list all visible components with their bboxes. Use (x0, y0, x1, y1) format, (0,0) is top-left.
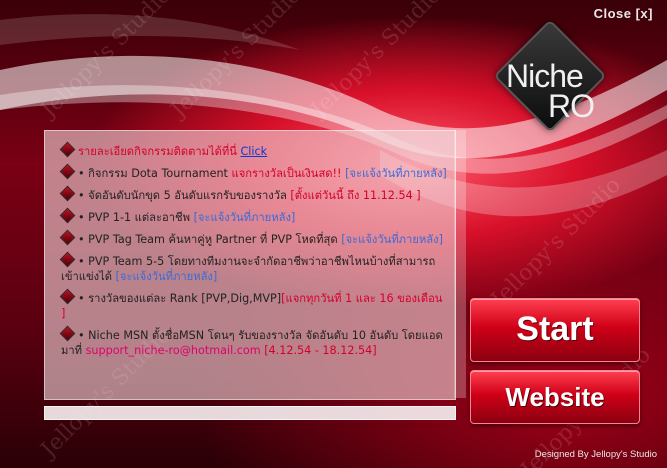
close-button[interactable]: Close [x] (594, 6, 653, 21)
news-text: แจกรางวัลเป็นเงินสด!! (231, 167, 346, 180)
news-text: • PVP 1-1 แต่ละอาชีพ (78, 211, 194, 224)
news-text: รายละเอียดกิจกรรมติดตามได้ที่นี่ (78, 145, 241, 158)
news-text: support_niche-ro@hotmail.com (85, 344, 261, 357)
news-text: [จะแจ้งวันที่ภายหลัง] (193, 211, 296, 224)
news-link[interactable]: Click (241, 145, 268, 158)
news-item: • PVP Tag Team ค้นหาคู่หู Partner ที่ PV… (59, 229, 447, 247)
news-item: • รางวัลของแต่ละ Rank [PVP,Dig,MVP][แจกท… (59, 288, 447, 321)
news-item: • กิจกรรม Dota Tournament แจกรางวัลเป็นเ… (59, 163, 447, 181)
news-item: • PVP Team 5-5 โดยทางทีมงานจะจำกัดอาชีพว… (59, 251, 447, 284)
website-button[interactable]: Website (470, 370, 640, 424)
launcher-window: Jellopy's Studio Jellopy's Studio Jellop… (0, 0, 667, 468)
news-text: [4.12.54 - 18.12.54] (260, 344, 377, 357)
news-text: • จัดอันดับนักขุด 5 อันดับแรกรับของรางวั… (78, 189, 291, 202)
ro-gem-icon (59, 163, 76, 180)
news-text: • รางวัลของแต่ละ Rank [PVP,Dig,MVP] (78, 292, 282, 305)
start-button[interactable]: Start (470, 298, 640, 362)
ro-gem-icon (59, 251, 76, 268)
ro-gem-icon (59, 229, 76, 246)
news-item: รายละเอียดกิจกรรมติดตามได้ที่นี่ Click (59, 141, 447, 159)
ro-gem-icon (59, 185, 76, 202)
news-text: [ตั้งแต่วันนี้ ถึง 11.12.54 ] (290, 189, 421, 202)
news-list: รายละเอียดกิจกรรมติดตามได้ที่นี่ Click • … (45, 131, 455, 358)
news-text: [จะแจ้งวันที่ภายหลัง] (115, 270, 218, 283)
news-scrollbar[interactable] (454, 130, 466, 398)
news-text: [จะแจ้งวันที่ภายหลัง] (345, 167, 447, 180)
ro-gem-icon (59, 325, 76, 342)
news-item: • PVP 1-1 แต่ละอาชีพ [จะแจ้งวันที่ภายหลั… (59, 207, 447, 225)
news-panel: รายละเอียดกิจกรรมติดตามได้ที่นี่ Click • … (44, 130, 456, 400)
niche-ro-logo: Niche RO (486, 19, 616, 138)
patch-progress-bar (44, 406, 456, 420)
ro-gem-icon (59, 141, 76, 158)
ro-gem-icon (59, 288, 76, 305)
footer-credit: Designed By Jellopy's Studio (534, 449, 657, 460)
news-item: • Niche MSN ตั้งชื่อMSN โดนๆ รับของรางวั… (59, 325, 447, 358)
logo-text-ro: RO (548, 88, 595, 124)
news-text: [จะแจ้งวันที่ภายหลัง] (341, 233, 443, 246)
news-text: • กิจกรรม Dota Tournament (78, 167, 232, 180)
news-text: • PVP Tag Team ค้นหาคู่หู Partner ที่ PV… (78, 233, 342, 246)
news-item: • จัดอันดับนักขุด 5 อันดับแรกรับของรางวั… (59, 185, 447, 203)
ro-gem-icon (59, 207, 76, 224)
